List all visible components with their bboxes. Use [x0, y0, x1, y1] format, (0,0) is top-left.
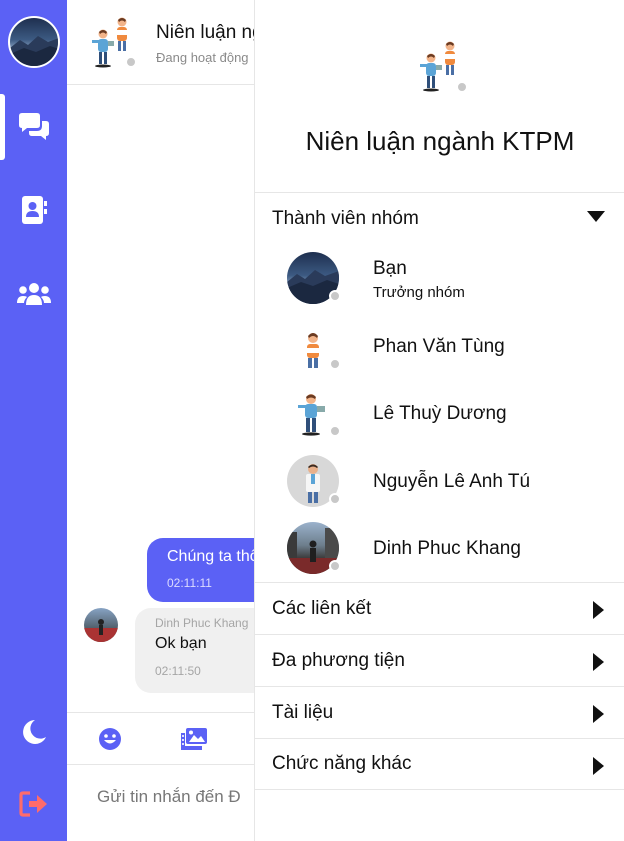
sidebar-item-groups[interactable]	[0, 274, 67, 314]
section-media[interactable]: Đa phương tiện	[255, 634, 624, 686]
member-avatar	[287, 455, 341, 507]
caret-right-icon	[593, 653, 604, 671]
sidebar	[0, 0, 67, 841]
member-item[interactable]: Lê Thuỳ Dương	[255, 381, 624, 445]
members-section-label: Thành viên nhóm	[272, 208, 419, 229]
contacts-icon	[21, 196, 47, 224]
dark-mode-icon	[22, 720, 46, 744]
presence-dot	[329, 425, 341, 437]
section-label: Đa phương tiện	[272, 649, 405, 671]
member-name: Lê Thuỳ Dương	[373, 403, 507, 424]
caret-right-icon	[593, 757, 604, 775]
user-avatar[interactable]	[8, 16, 60, 68]
section-label: Tài liệu	[272, 701, 334, 723]
chat-area: Niên luận ngành KTPM Đang hoạt động Chún…	[67, 0, 254, 841]
sender-avatar	[84, 608, 118, 642]
groups-icon	[16, 283, 51, 305]
member-role: Trưởng nhóm	[373, 284, 465, 301]
member-avatar	[287, 252, 341, 304]
sidebar-item-logout[interactable]	[0, 784, 67, 824]
caret-down-icon	[587, 211, 605, 222]
media-button[interactable]	[180, 727, 208, 756]
member-item[interactable]: Bạn Trưởng nhóm	[255, 246, 624, 310]
sidebar-item-dark-mode[interactable]	[0, 712, 67, 752]
presence-dot	[329, 290, 341, 302]
image-gallery-icon	[181, 728, 207, 750]
group-name: Niên luận ngành KTPM	[305, 126, 575, 156]
message-time: 02:11:50	[155, 664, 201, 678]
logout-icon	[18, 791, 47, 817]
chat-icon	[18, 113, 49, 140]
member-avatar	[287, 522, 341, 574]
member-avatar	[287, 320, 341, 372]
group-info-header: Niên luận ngành KTPM	[255, 0, 624, 193]
member-item[interactable]: Dinh Phuc Khang	[255, 516, 624, 580]
member-name: Phan Văn Tùng	[373, 336, 505, 357]
sidebar-item-chats[interactable]	[0, 94, 67, 160]
member-item[interactable]: Phan Văn Tùng	[255, 314, 624, 378]
chat-title: Niên luận ngành KTPM	[156, 22, 254, 43]
presence-dot	[329, 560, 341, 572]
section-label: Các liên kết	[272, 597, 372, 619]
section-label: Chức năng khác	[272, 753, 412, 774]
member-avatar	[287, 387, 341, 439]
members-section-toggle[interactable]: Thành viên nhóm	[255, 193, 624, 245]
message-composer	[67, 764, 254, 841]
caret-right-icon	[593, 601, 604, 619]
message-sender: Dinh Phuc Khang	[155, 616, 249, 630]
member-name: Dinh Phuc Khang	[373, 538, 521, 559]
section-other-functions[interactable]: Chức năng khác	[255, 738, 624, 790]
group-avatar-large	[417, 40, 468, 99]
emoji-icon	[99, 728, 121, 750]
presence-dot	[125, 56, 137, 68]
chat-header: Niên luận ngành KTPM Đang hoạt động	[67, 0, 254, 85]
member-name: Nguyễn Lê Anh Tú	[373, 471, 531, 492]
message-text: Ok bạn	[155, 635, 207, 652]
presence-dot	[329, 493, 341, 505]
member-item[interactable]: Nguyễn Lê Anh Tú	[255, 449, 624, 513]
member-name: Bạn	[373, 258, 407, 279]
presence-dot	[329, 358, 341, 370]
presence-dot	[456, 81, 468, 93]
caret-right-icon	[593, 705, 604, 723]
message-input[interactable]	[97, 787, 254, 807]
section-links[interactable]: Các liên kết	[255, 582, 624, 634]
message-time: 02:11:11	[167, 576, 212, 590]
emoji-button[interactable]	[98, 727, 122, 756]
sidebar-item-contacts[interactable]	[0, 190, 67, 230]
group-avatar[interactable]	[89, 16, 137, 75]
message-text: Chúng ta thống nhất nhé	[167, 548, 254, 565]
group-info-panel: Niên luận ngành KTPM Thành viên nhóm Bạn…	[254, 0, 624, 841]
message-incoming: Dinh Phuc Khang Ok bạn 02:11:50	[135, 608, 254, 693]
chat-toolbar	[67, 712, 254, 764]
chat-status: Đang hoạt động	[156, 50, 249, 65]
message-outgoing: Chúng ta thống nhất nhé 02:11:11	[147, 538, 254, 602]
section-documents[interactable]: Tài liệu	[255, 686, 624, 738]
